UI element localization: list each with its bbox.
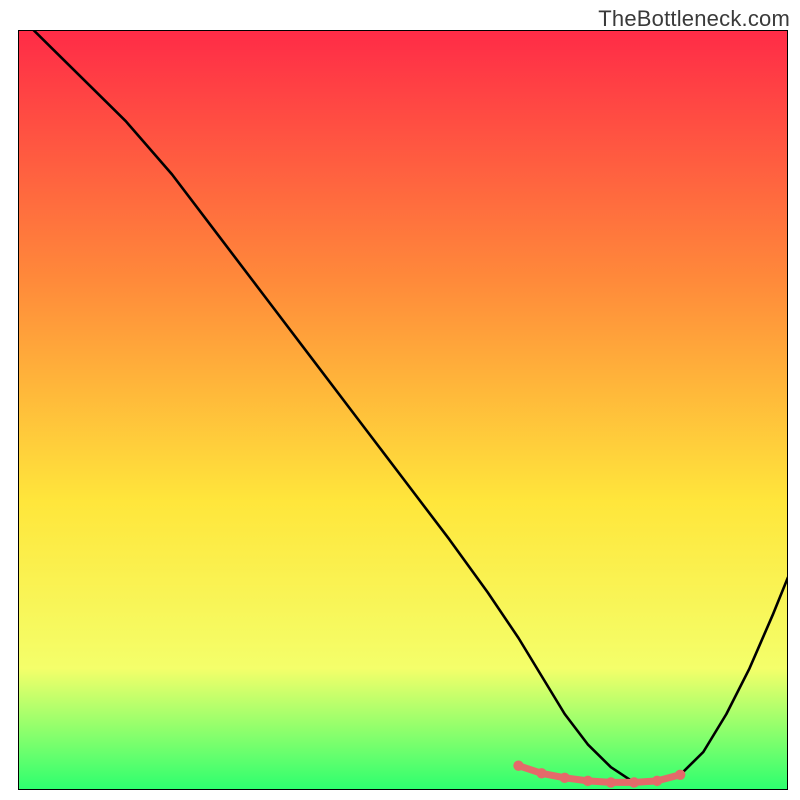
- highlight-point: [629, 777, 639, 787]
- chart-svg: [18, 30, 788, 790]
- highlight-point: [536, 768, 546, 778]
- highlight-point: [652, 776, 662, 786]
- highlight-point: [583, 776, 593, 786]
- highlight-point: [675, 770, 685, 780]
- gradient-background: [18, 30, 788, 790]
- chart-container: TheBottleneck.com: [0, 0, 800, 800]
- highlight-point: [513, 760, 523, 770]
- chart-plot: [18, 30, 788, 790]
- watermark-text: TheBottleneck.com: [598, 6, 790, 32]
- highlight-point: [606, 777, 616, 787]
- highlight-point: [560, 773, 570, 783]
